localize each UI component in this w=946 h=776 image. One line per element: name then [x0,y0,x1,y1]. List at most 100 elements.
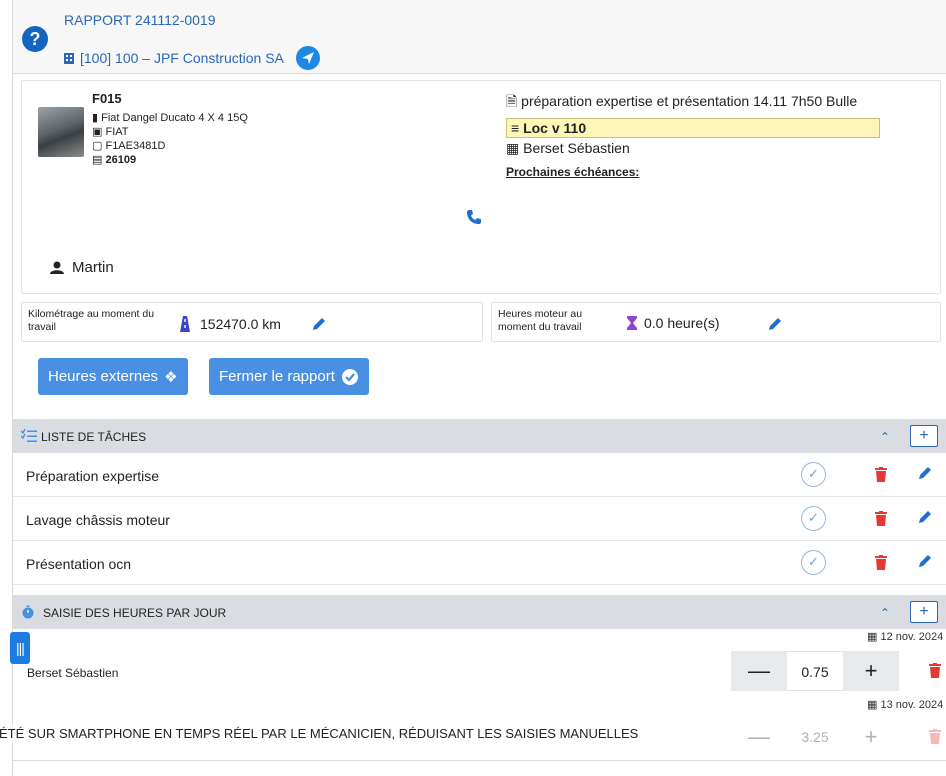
vehicle-plate: F1AE3481D [105,140,166,152]
decrement-button[interactable]: — [731,651,787,691]
delete-task-icon[interactable] [875,467,887,482]
job-title-line: 🗎 préparation expertise et présentation … [506,91,886,115]
vehicle-code: F015 [92,91,122,106]
navigation-icon[interactable] [295,46,320,70]
client-line[interactable]: [100] 100 – JPF Construction SA [64,46,320,70]
task-label: Présentation ocn [26,556,132,572]
tasks-section-header: LISTE DE TÂCHES ⌃ + [13,419,946,453]
id-card-icon: ▦ [506,140,520,156]
bottom-divider [13,760,946,761]
phone-icon[interactable] [466,209,482,225]
user-icon [50,261,64,274]
add-hours-button[interactable]: + [910,601,938,623]
add-task-button[interactable]: + [910,425,938,447]
quantity-input[interactable]: 3.25 [787,717,843,757]
task-complete-icon[interactable]: ✓ [801,506,826,531]
report-page: ? RAPPORT 241112-0019 [100] 100 – JPF Co… [0,0,946,776]
quantity-stepper: — 3.25 + [731,717,927,757]
mileage-value-line: 152470.0 km [176,315,281,333]
task-row: Présentation ocn ✓ [13,541,946,585]
increment-button[interactable]: + [843,717,899,757]
checklist-icon [21,429,37,442]
decrement-button[interactable]: — [731,717,787,757]
caption-overlay: ÉTÉ SUR SMARTPHONE EN TEMPS RÉEL PAR LE … [0,724,639,743]
mileage-value: 152470.0 km [200,316,281,332]
calendar-icon: ▦ [867,631,878,643]
engine-hours-field: Heures moteur au moment du travail 0.0 h… [491,302,941,342]
mileage-field: Kilométrage au moment du travail 152470.… [21,302,483,342]
edit-task-icon[interactable] [918,554,932,568]
mechanic-line: Martin [50,259,114,276]
task-label: Préparation expertise [26,468,160,484]
edit-task-icon[interactable] [918,510,932,524]
task-row: Préparation expertise ✓ [13,453,946,497]
vehicle-model: Fiat Dangel Ducato 4 X 4 15Q [101,112,248,124]
quantity-input[interactable]: 0.75 [787,651,843,691]
calendar-icon: ▦ [867,699,878,711]
vehicle-photo [38,107,84,157]
report-number: RAPPORT 241112-0019 [64,12,216,28]
delete-hours-icon[interactable] [929,663,941,678]
edit-task-icon[interactable] [918,466,932,480]
hours-entry-date: ▦ 13 nov. 2024 [867,698,943,711]
building-icon [64,53,74,64]
vehicle-model-line: ▮ Fiat Dangel Ducato 4 X 4 15Q [92,111,248,124]
check-circle-icon [341,368,358,385]
mechanic-name: Martin [72,259,114,276]
engine-hours-label: Heures moteur au moment du travail [498,308,583,333]
close-report-label: Fermer le rapport [219,368,335,385]
job-title: préparation expertise et présentation 14… [521,93,858,109]
task-row: Lavage châssis moteur ✓ [13,497,946,541]
lines-icon: ≡ [511,120,520,136]
report-header: ? RAPPORT 241112-0019 [100] 100 – JPF Co… [13,0,946,74]
collapse-hours-icon[interactable]: ⌃ [880,606,890,620]
delete-hours-icon[interactable] [929,729,941,744]
task-label: Lavage châssis moteur [26,512,170,528]
edit-engine-hours-icon[interactable] [768,317,782,331]
hourglass-icon [627,316,637,330]
drag-handle-icon[interactable]: ||| [10,632,30,664]
help-icon[interactable]: ? [22,26,48,52]
file-icon: ▮ [92,112,99,124]
plate-icon: ▢ [92,140,103,152]
assigned-person: Berset Sébastien [523,140,630,156]
job-details: 🗎 préparation expertise et présentation … [506,91,886,179]
people-hourglass-icon: ❖ [164,368,178,386]
external-hours-label: Heures externes [48,368,159,385]
task-complete-icon[interactable]: ✓ [801,550,826,575]
collapse-tasks-icon[interactable]: ⌃ [880,430,890,444]
external-hours-button[interactable]: Heures externes ❖ [38,358,188,395]
delete-task-icon[interactable] [875,511,887,526]
tasks-section-title: LISTE DE TÂCHES [41,430,147,444]
vehicle-card: F015 ▮ Fiat Dangel Ducato 4 X 4 15Q ▣ FI… [21,80,941,294]
vehicle-brand-line: ▣ FIAT [92,125,128,138]
hours-entry-date-text: 12 nov. 2024 [880,631,944,643]
stopwatch-icon [22,605,34,619]
engine-hours-value-line: 0.0 heure(s) [626,315,719,331]
edit-mileage-icon[interactable] [312,317,326,331]
vehicle-brand: FIAT [105,126,129,138]
client-name[interactable]: [100] 100 – JPF Construction SA [80,50,284,66]
assigned-person-line: ▦ Berset Sébastien [506,140,886,157]
hours-entry-date-text: 13 nov. 2024 [880,699,944,711]
vehicle-number-line: ▤ 26109 [92,153,136,166]
close-report-button[interactable]: Fermer le rapport [209,358,369,395]
vehicle-number: 26109 [105,154,137,166]
counter-icon: ▤ [92,154,103,166]
hours-entry-date: ▦ 12 nov. 2024 [867,630,943,643]
loc-note: ≡ Loc v 110 [506,118,880,138]
road-icon [180,316,190,332]
loc-text: Loc v 110 [523,120,587,136]
hours-entry-name: Berset Sébastien [27,666,119,680]
increment-button[interactable]: + [843,651,899,691]
vehicle-plate-line: ▢ F1AE3481D [92,139,165,152]
engine-hours-value: 0.0 heure(s) [644,315,720,331]
task-complete-icon[interactable]: ✓ [801,462,826,487]
mileage-label: Kilométrage au moment du travail [28,308,155,333]
car-icon: ▣ [92,126,103,138]
quantity-stepper: — 0.75 + [731,651,927,691]
hours-section-header: SAISIE DES HEURES PAR JOUR ⌃ + [13,595,946,629]
document-icon: 🗎 [506,93,518,109]
delete-task-icon[interactable] [875,555,887,570]
hours-section-title: SAISIE DES HEURES PAR JOUR [43,606,227,620]
